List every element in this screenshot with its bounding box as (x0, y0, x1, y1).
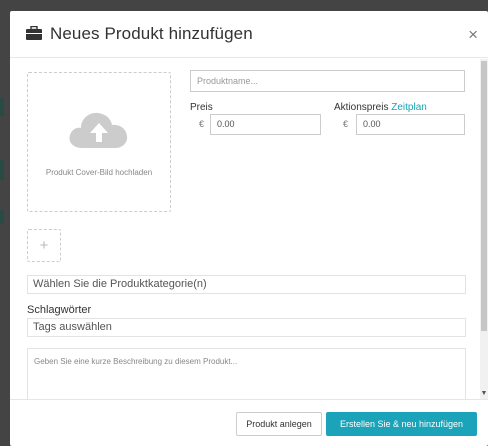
category-select[interactable]: Wählen Sie die Produktkategorie(n) (27, 275, 466, 294)
cover-upload-label: Produkt Cover-Bild hochladen (45, 168, 153, 177)
create-and-add-new-button[interactable]: Erstellen Sie & neu hinzufügen (326, 412, 477, 436)
schedule-link[interactable]: Zeitplan (391, 102, 427, 113)
modal-footer: Produkt anlegen Erstellen Sie & neu hinz… (10, 399, 488, 446)
product-name-input[interactable]: Produktname... (190, 70, 465, 92)
sale-price-label-text: Aktionspreis (334, 102, 389, 113)
create-product-button[interactable]: Produkt anlegen (236, 412, 322, 436)
sale-price-input[interactable]: 0.00 (356, 114, 465, 135)
backdrop-strip (0, 210, 4, 224)
price-label: Preis (190, 102, 213, 113)
cloud-upload-icon (68, 108, 130, 155)
new-product-modal: Neues Produkt hinzufügen × Produkt Cover… (10, 11, 488, 446)
modal-title: Neues Produkt hinzufügen (50, 24, 253, 43)
scrollbar[interactable]: ▼ (480, 59, 488, 399)
briefcase-icon (26, 25, 42, 45)
backdrop-strip (0, 98, 4, 116)
add-image-button[interactable]: + (27, 229, 61, 262)
plus-icon: + (39, 237, 49, 254)
close-icon[interactable]: × (468, 26, 478, 43)
modal-header: Neues Produkt hinzufügen × (10, 11, 488, 58)
cover-image-upload[interactable]: Produkt Cover-Bild hochladen (27, 72, 171, 212)
price-input[interactable]: 0.00 (210, 114, 321, 135)
tags-label: Schlagwörter (27, 304, 92, 316)
sale-price-currency: € (343, 119, 349, 129)
sale-price-label: Aktionspreis Zeitplan (334, 102, 427, 113)
price-currency: € (199, 119, 205, 129)
modal-body: Produkt Cover-Bild hochladen Produktname… (10, 59, 480, 399)
scroll-thumb[interactable] (481, 61, 487, 331)
scroll-down-arrow-icon[interactable]: ▼ (480, 389, 488, 399)
tags-select[interactable]: Tags auswählen (27, 318, 466, 337)
backdrop-strip (0, 160, 4, 180)
description-textarea[interactable]: Geben Sie eine kurze Beschreibung zu die… (27, 348, 466, 399)
